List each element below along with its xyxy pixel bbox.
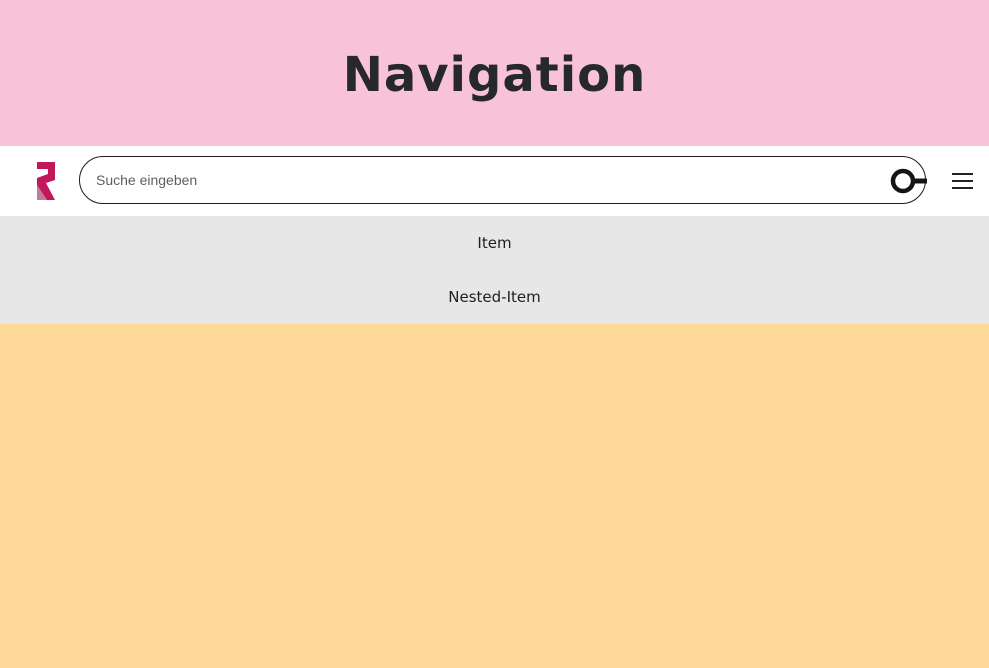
search-button[interactable] (890, 167, 928, 195)
search-input[interactable] (96, 165, 876, 195)
hero-banner: Navigation (0, 0, 989, 146)
content-area (0, 324, 989, 668)
page-title: Navigation (342, 47, 647, 103)
menu-link-nested-item[interactable]: Nested-Item (448, 288, 540, 306)
menu-item: Nested-Item (0, 270, 989, 324)
brand-logo-link[interactable] (35, 161, 59, 201)
menu-link-item[interactable]: Item (477, 234, 511, 252)
menu-item: Item (0, 216, 989, 270)
navigation-menu: Item Nested-Item (0, 216, 989, 324)
search-box (79, 156, 928, 204)
brand-r-logo-icon (37, 162, 55, 200)
search-key-icon (890, 168, 927, 194)
menu-button[interactable] (950, 168, 976, 194)
navbar (0, 146, 989, 216)
hamburger-menu-icon (952, 173, 973, 189)
